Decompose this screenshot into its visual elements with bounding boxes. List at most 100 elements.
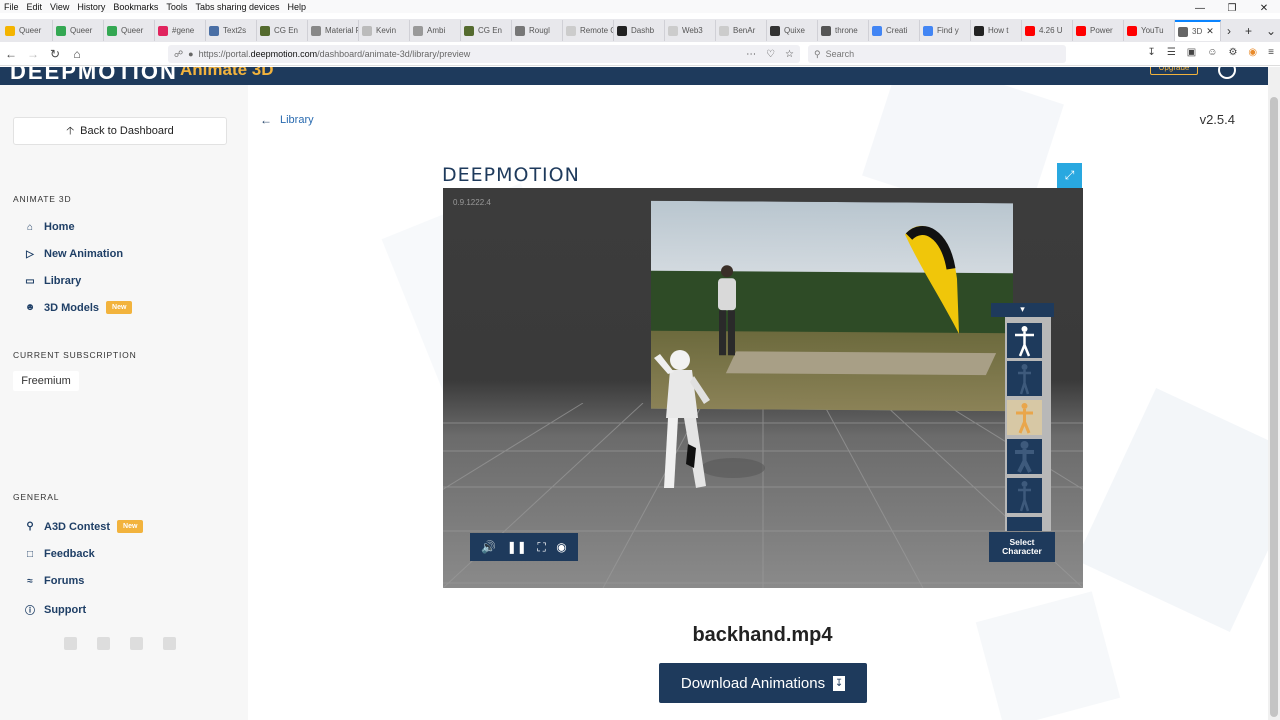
fit-view-icon[interactable]: ⛶ <box>537 540 545 555</box>
browser-tab[interactable]: Web3 <box>665 20 716 41</box>
home-icon: ⌂ <box>26 221 34 233</box>
browser-tab[interactable]: YouTu <box>1124 20 1175 41</box>
sidebar-item-feedback[interactable]: □ Feedback <box>24 548 95 560</box>
downloads-icon[interactable]: ↧ <box>1147 47 1155 58</box>
hide-video-icon[interactable]: ◉ <box>556 540 566 554</box>
tab-label: CG En <box>478 26 503 35</box>
character-thumb[interactable] <box>1007 478 1042 513</box>
restore-icon[interactable]: ❐ <box>1216 0 1248 18</box>
chevron-right-icon[interactable]: › <box>1227 24 1231 38</box>
search-input[interactable]: ⚲ Search <box>808 45 1066 63</box>
sidebar-icon[interactable]: ▣ <box>1187 47 1196 58</box>
tab-list-icon[interactable]: ⌄ <box>1266 24 1276 38</box>
browser-tab[interactable]: CG En <box>461 20 512 41</box>
sidebar-item-new-animation[interactable]: ▷ New Animation <box>24 248 123 260</box>
pause-icon[interactable]: ❚❚ <box>507 540 527 554</box>
back-to-dashboard-button[interactable]: 🡡 Back to Dashboard <box>13 117 227 145</box>
browser-tab[interactable]: Remote C <box>563 20 614 41</box>
volume-icon[interactable]: 🔊 <box>481 540 496 554</box>
browser-tab[interactable]: How t <box>971 20 1022 41</box>
browser-tab[interactable]: Material P <box>308 20 359 41</box>
menu-history[interactable]: History <box>77 2 105 12</box>
play-circle-icon: ▷ <box>26 248 34 260</box>
sidebar-item-home[interactable]: ⌂ Home <box>24 221 75 233</box>
browser-tab[interactable]: Quixe <box>767 20 818 41</box>
sidebar-item-3d-models[interactable]: ☻ 3D Models New <box>24 301 133 314</box>
menu-bookmarks[interactable]: Bookmarks <box>113 2 158 12</box>
breadcrumb-library-link[interactable]: Library <box>280 114 314 126</box>
page-actions-icon[interactable]: ⋯ <box>746 49 756 60</box>
url-text[interactable]: https://portal.deepmotion.com/dashboard/… <box>199 49 471 59</box>
new-tab-icon[interactable]: + <box>1245 24 1252 38</box>
menu-help[interactable]: Help <box>287 2 306 12</box>
address-bar[interactable]: ☍ ● https://portal.deepmotion.com/dashbo… <box>168 45 800 63</box>
browser-tab[interactable]: Queer <box>104 20 155 41</box>
character-thumb-selected[interactable] <box>1007 400 1042 435</box>
reload-icon[interactable]: ↻ <box>44 47 66 61</box>
browser-tab[interactable]: Dashb <box>614 20 665 41</box>
browser-tab[interactable]: Creati <box>869 20 920 41</box>
browser-tab[interactable]: BenAr <box>716 20 767 41</box>
browser-menubar: File Edit View History Bookmarks Tools T… <box>0 0 1280 13</box>
youtube-icon[interactable] <box>97 637 110 650</box>
user-avatar-icon[interactable] <box>1218 67 1236 79</box>
animation-viewer[interactable]: 0.9.1222.4 🔊 ❚❚ ⛶ ◉ ▾ Select Character <box>443 188 1083 588</box>
scrollbar-thumb[interactable] <box>1270 97 1278 717</box>
linkedin-icon[interactable] <box>130 637 143 650</box>
menu-tools[interactable]: Tools <box>166 2 187 12</box>
minimize-icon[interactable]: — <box>1184 0 1216 18</box>
page-scrollbar[interactable] <box>1268 67 1280 720</box>
bookmark-star-icon[interactable]: ☆ <box>785 49 794 60</box>
sidebar-item-support[interactable]: ⓘ Support <box>24 602 86 618</box>
select-character-button[interactable]: Select Character <box>989 532 1055 562</box>
character-thumb[interactable] <box>1007 361 1042 396</box>
tab-label: Creati <box>886 26 908 35</box>
subscription-plan-badge: Freemium <box>13 371 79 391</box>
extension-icon[interactable]: ◉ <box>1248 47 1257 58</box>
menu-tabs-sharing[interactable]: Tabs sharing devices <box>195 2 279 12</box>
fullscreen-expand-button[interactable]: ⤢ <box>1057 163 1082 188</box>
home-browser-icon[interactable]: ⌂ <box>66 47 88 61</box>
browser-tab[interactable]: #gene <box>155 20 206 41</box>
browser-tab[interactable]: throne <box>818 20 869 41</box>
collapse-chevron-icon[interactable]: ▾ <box>991 303 1054 317</box>
playback-controls: 🔊 ❚❚ ⛶ ◉ <box>470 533 578 561</box>
browser-tab[interactable]: Queer <box>53 20 104 41</box>
pocket-icon[interactable]: ♡ <box>766 49 775 60</box>
sidebar-item-forums[interactable]: ≈ Forums <box>24 575 84 587</box>
sidebar-item-a3d-contest[interactable]: ⚲ A3D Contest New <box>24 520 144 533</box>
menu-file[interactable]: File <box>4 2 19 12</box>
browser-tab[interactable]: Queer <box>2 20 53 41</box>
browser-tab[interactable]: Rougl <box>512 20 563 41</box>
character-thumb[interactable] <box>1007 323 1042 358</box>
menu-edit[interactable]: Edit <box>27 2 43 12</box>
browser-tab[interactable]: Ambi <box>410 20 461 41</box>
tab-active[interactable]: 3D ✕ <box>1175 20 1221 41</box>
browser-tab[interactable]: Find y <box>920 20 971 41</box>
header-logo[interactable]: DEEPMOTION <box>10 67 178 85</box>
library-icon[interactable]: ☰ <box>1167 47 1176 58</box>
breadcrumb[interactable]: ← Library <box>260 113 314 127</box>
menu-view[interactable]: View <box>50 2 69 12</box>
back-arrow-icon[interactable]: ← <box>0 47 22 61</box>
close-tab-icon[interactable]: ✕ <box>1206 26 1214 37</box>
upgrade-button[interactable]: Upgrade <box>1150 67 1198 75</box>
browser-tab[interactable]: Power <box>1073 20 1124 41</box>
character-thumb[interactable] <box>1007 517 1042 531</box>
settings-icon[interactable]: ⚙ <box>1228 47 1237 58</box>
shield-icon[interactable]: ☍ <box>174 49 183 60</box>
twitter-icon[interactable] <box>163 637 176 650</box>
browser-tab[interactable]: 4.26 U <box>1022 20 1073 41</box>
hamburger-menu-icon[interactable]: ≡ <box>1268 47 1274 58</box>
sidebar-item-library[interactable]: ▭ Library <box>24 275 81 287</box>
browser-tab[interactable]: Text2s <box>206 20 257 41</box>
account-icon[interactable]: ☺ <box>1207 47 1217 58</box>
character-thumb[interactable] <box>1007 439 1042 474</box>
facebook-icon[interactable] <box>64 637 77 650</box>
favicon-icon <box>872 25 882 36</box>
close-window-icon[interactable]: ✕ <box>1248 0 1280 18</box>
browser-tab[interactable]: CG En <box>257 20 308 41</box>
download-animations-button[interactable]: Download Animations ↧ <box>659 663 867 703</box>
forward-arrow-icon[interactable]: → <box>22 47 44 61</box>
browser-tab[interactable]: Kevin <box>359 20 410 41</box>
